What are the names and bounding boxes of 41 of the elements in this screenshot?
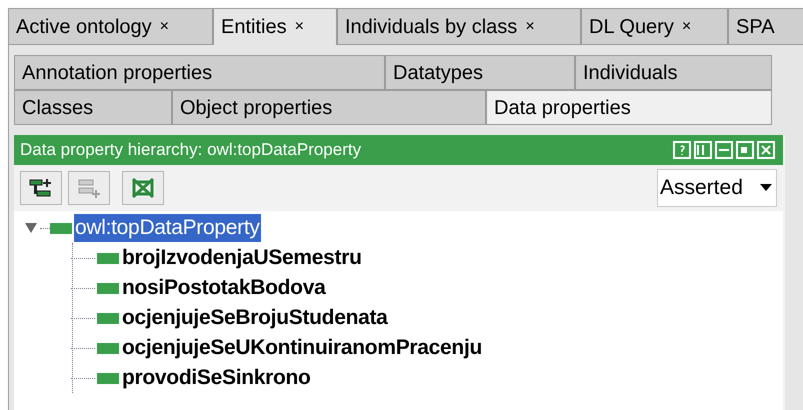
tab-label: Entities xyxy=(221,15,287,40)
data-property-icon xyxy=(97,342,119,354)
close-icon[interactable]: × xyxy=(294,15,304,39)
toolbar-button[interactable] xyxy=(20,171,62,205)
tab-label: SPA xyxy=(736,14,775,40)
tree-item[interactable]: ocjenjujeSeBrojuStudenata xyxy=(121,304,389,332)
add-sibling-icon xyxy=(76,177,102,199)
tab[interactable]: Object properties xyxy=(172,90,486,125)
tab[interactable]: Individuals by class × xyxy=(337,8,581,45)
tab[interactable]: Data properties xyxy=(486,90,772,125)
expanded-triangle-icon[interactable] xyxy=(24,222,38,234)
data-property-icon xyxy=(97,282,119,294)
tree-item[interactable]: owl:topDataProperty xyxy=(74,214,261,242)
add-subproperty-icon xyxy=(28,177,54,199)
panel-controls-icon xyxy=(673,141,777,159)
tree-item[interactable]: ocjenjujeSeUKontinuiranomPracenju xyxy=(121,334,483,362)
data-property-icon xyxy=(97,312,119,324)
mode-dropdown[interactable]: Asserted xyxy=(657,169,777,207)
tab[interactable]: Active ontology × xyxy=(8,8,213,45)
tab[interactable]: Annotation properties xyxy=(14,55,385,90)
delete-icon xyxy=(131,177,155,199)
close-icon[interactable]: × xyxy=(682,14,692,38)
tree-item[interactable]: provodiSeSinkrono xyxy=(121,364,312,392)
data-property-icon xyxy=(97,252,119,264)
tab[interactable]: SPA xyxy=(728,8,803,45)
tab[interactable]: DL Query × xyxy=(581,8,728,45)
tree-item[interactable]: nosiPostotakBodova xyxy=(121,274,326,302)
tab[interactable]: Datatypes xyxy=(385,55,575,90)
tab-label: Individuals by class xyxy=(345,14,518,40)
data-property-icon xyxy=(50,222,72,234)
tab[interactable]: Classes xyxy=(14,90,172,125)
dropdown-caret-icon xyxy=(760,184,772,192)
close-icon[interactable]: × xyxy=(160,14,169,38)
tab[interactable]: Individuals xyxy=(575,55,772,90)
tree-item[interactable]: brojIzvodenjaUSemestru xyxy=(121,244,363,272)
panel-title: Data property hierarchy: owl:topDataProperty xyxy=(20,139,362,162)
close-icon[interactable]: × xyxy=(525,14,535,38)
tab[interactable]: Entities × xyxy=(213,8,337,45)
data-property-icon xyxy=(97,372,119,384)
tab-label: Active ontology xyxy=(16,14,152,40)
tab-label: DL Query xyxy=(589,14,674,40)
